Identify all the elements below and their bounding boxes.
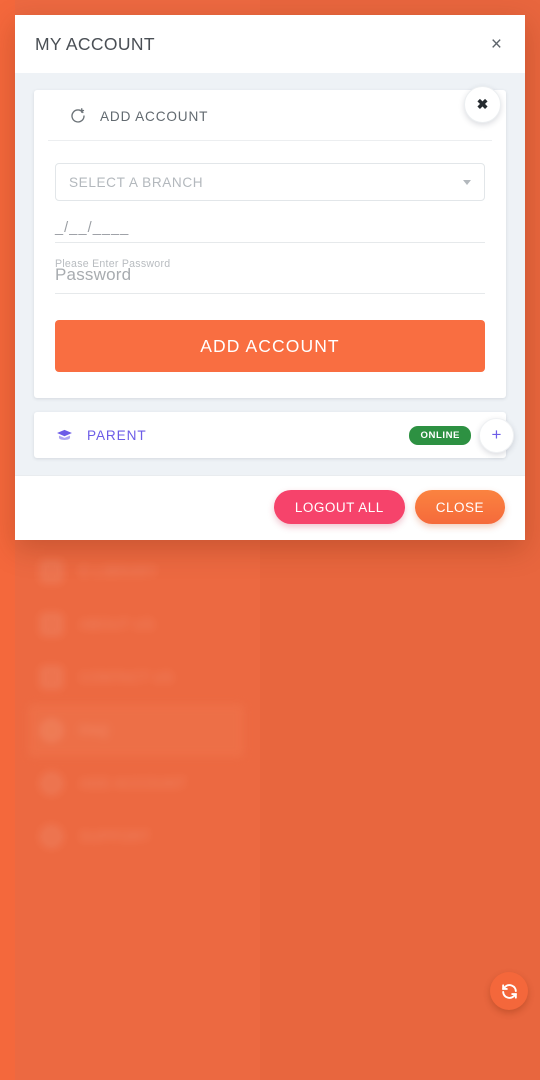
question-icon (41, 720, 62, 741)
close-icon[interactable]: × (487, 33, 506, 56)
support-icon (41, 826, 62, 847)
account-list: PARENT ONLINE + (34, 412, 514, 458)
date-input[interactable]: _/__/____ (55, 219, 485, 243)
status-badge: ONLINE (409, 425, 471, 445)
add-account-button[interactable]: ADD ACCOUNT (55, 320, 485, 372)
add-account-card: ADD ACCOUNT ✖ SELECT A BRANCH _/__/____ … (34, 86, 506, 398)
sidebar-item-about-us[interactable]: ABOUT US (15, 598, 260, 651)
modal-footer: LOGOUT ALL CLOSE (15, 475, 525, 540)
library-icon (41, 561, 62, 582)
sidebar-item-add-account[interactable]: ADD ACCOUNT (15, 757, 260, 810)
sidebar-item-label: SUPPORT (80, 829, 150, 844)
refresh-fab-button[interactable] (490, 972, 528, 1010)
add-account-card-header: ADD ACCOUNT ✖ (48, 86, 501, 141)
add-account-card-label: ADD ACCOUNT (100, 108, 209, 124)
sidebar-item-faq[interactable]: FAQ (28, 704, 244, 757)
backdrop-accent-strip (0, 0, 15, 1080)
sidebar-item-label: CONTACT US (80, 670, 174, 685)
modal-header: MY ACCOUNT × (15, 15, 525, 73)
background-sidebar: E-LIBRARY ABOUT US CONTACT US FAQ ADD AC… (15, 545, 260, 863)
sidebar-item-e-library[interactable]: E-LIBRARY (15, 545, 260, 598)
refresh-icon (501, 983, 517, 999)
password-input-placeholder: Password (55, 265, 132, 284)
contact-icon (41, 667, 62, 688)
password-input[interactable]: Please Enter Password Password (55, 258, 485, 294)
close-icon[interactable]: ✖ (464, 86, 501, 123)
date-input-value: _/__/____ (55, 220, 130, 236)
info-card-icon (41, 614, 62, 635)
graduation-cap-icon (57, 429, 72, 440)
plus-icon[interactable]: + (479, 417, 514, 453)
add-account-icon (41, 773, 62, 794)
close-button[interactable]: CLOSE (414, 490, 505, 524)
add-account-form: SELECT A BRANCH _/__/____ Please Enter P… (34, 141, 506, 398)
my-account-modal: MY ACCOUNT × ADD ACCOUNT ✖ SELECT A BRAN… (15, 15, 525, 540)
sidebar-item-label: ADD ACCOUNT (80, 776, 186, 791)
sidebar-item-support[interactable]: SUPPORT (15, 810, 260, 863)
sidebar-item-label: E-LIBRARY (80, 564, 158, 579)
page-title: MY ACCOUNT (35, 33, 155, 54)
branch-select-value: SELECT A BRANCH (69, 174, 204, 190)
account-name: PARENT (87, 427, 147, 443)
add-account-refresh-icon (71, 108, 85, 123)
sidebar-item-label: ABOUT US (80, 617, 155, 632)
sidebar-item-label: FAQ (80, 723, 110, 738)
branch-select[interactable]: SELECT A BRANCH (55, 163, 485, 201)
list-item[interactable]: PARENT ONLINE + (34, 412, 514, 458)
sidebar-item-contact-us[interactable]: CONTACT US (15, 651, 260, 704)
chevron-down-icon (463, 179, 471, 185)
modal-body: ADD ACCOUNT ✖ SELECT A BRANCH _/__/____ … (15, 73, 525, 475)
logout-all-button[interactable]: LOGOUT ALL (273, 490, 405, 524)
